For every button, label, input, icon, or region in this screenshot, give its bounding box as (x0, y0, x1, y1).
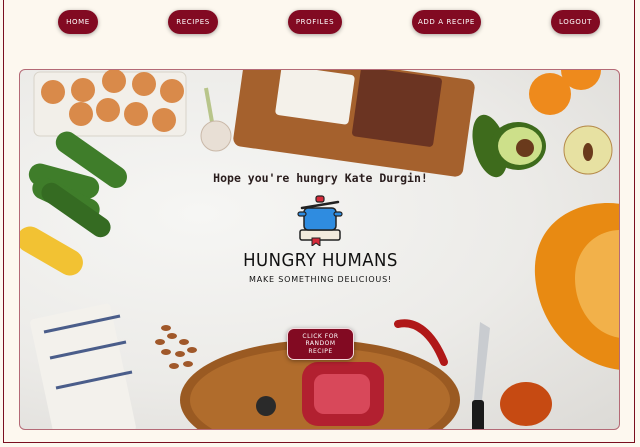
egg-carton-image (33, 70, 187, 137)
apple-image (563, 125, 613, 175)
top-nav: HOME RECIPES PROFILES ADD A RECIPE LOGOU… (0, 0, 640, 46)
cooking-pot-book-icon (297, 195, 343, 246)
pumpkin-image (534, 203, 619, 370)
nav-add-recipe-button[interactable]: ADD A RECIPE (412, 10, 481, 34)
paprika-image (500, 382, 552, 426)
knife-image (472, 322, 490, 429)
nav-recipes-button[interactable]: RECIPES (168, 10, 218, 34)
brand-tagline: MAKE SOMETHING DELICIOUS! (249, 275, 392, 284)
nav-logout-button[interactable]: LOGOUT (551, 10, 600, 34)
nav-home-button[interactable]: HOME (58, 10, 98, 34)
garlic-image (200, 87, 232, 152)
random-recipe-button[interactable]: CLICK FOR RANDOM RECIPE (287, 328, 354, 360)
nav-profiles-button[interactable]: PROFILES (288, 10, 342, 34)
brand-title: HUNGRY HUMANS (243, 250, 398, 271)
hero-banner: Hope you're hungry Kate Durgin! HUNGRY H… (19, 69, 620, 430)
kitchen-towel-image (30, 303, 136, 429)
greeting-text: Hope you're hungry Kate Durgin! (213, 171, 428, 185)
almonds-image (155, 325, 197, 369)
grain-tray-image (233, 70, 475, 177)
